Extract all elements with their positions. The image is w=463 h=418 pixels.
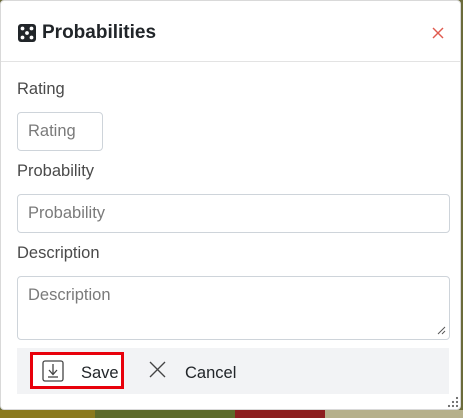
rating-label: Rating [17,80,65,98]
probability-label: Probability [17,162,95,180]
download-icon [42,360,64,382]
description-label: Description [17,244,100,262]
dialog-title: Probabilities [42,22,157,43]
rating-input[interactable] [17,112,103,151]
dialog-resize-handle[interactable] [447,396,459,408]
close-icon [149,361,166,378]
cancel-button[interactable]: Cancel [139,352,249,389]
probabilities-dialog: Probabilities Rating Probability Descrip… [0,0,461,410]
save-button[interactable]: Save [30,352,124,389]
close-icon[interactable] [430,25,446,41]
background-strip [0,410,463,418]
dice-icon [18,24,36,42]
description-textarea[interactable] [17,276,450,340]
dialog-header: Probabilities [1,1,460,62]
textarea-resize-handle[interactable] [437,326,446,335]
probability-input[interactable] [17,194,450,233]
save-button-label: Save [81,364,119,382]
cancel-button-label: Cancel [185,364,237,382]
